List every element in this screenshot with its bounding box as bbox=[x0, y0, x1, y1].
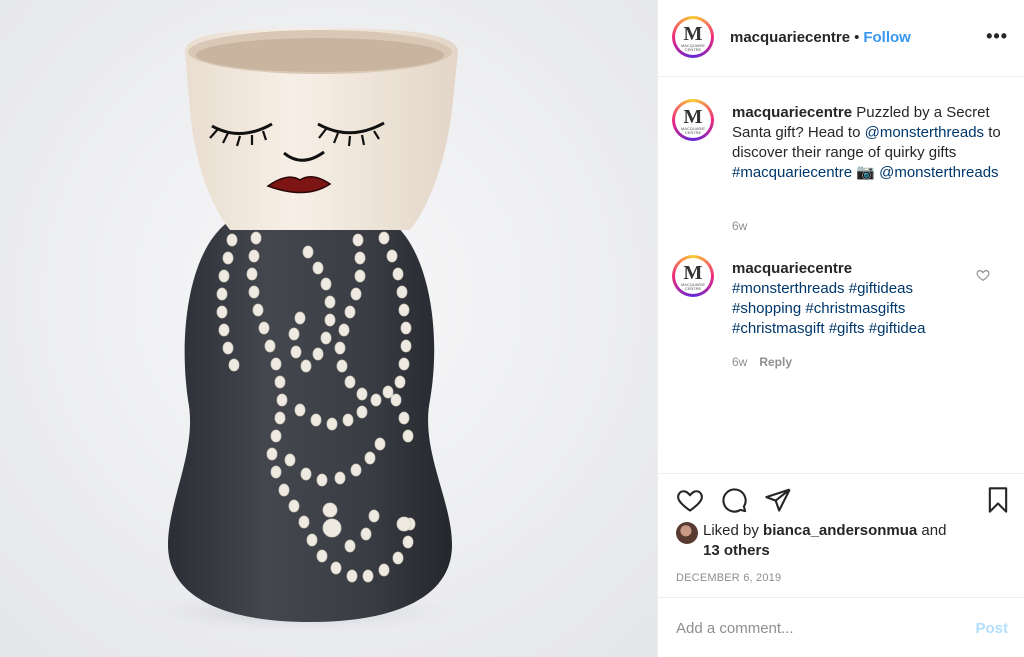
hashtag-link[interactable]: #giftideas bbox=[849, 280, 913, 297]
add-comment-bar: Add a comment... Post bbox=[658, 597, 1024, 657]
brand-logo: M bbox=[683, 106, 703, 128]
mention-link[interactable]: @monsterthreads bbox=[865, 124, 984, 141]
action-bar bbox=[658, 473, 1024, 474]
hashtag-link[interactable]: #shopping bbox=[732, 300, 801, 317]
likes-line: Liked by bianca_andersonmua and 13 other… bbox=[703, 521, 946, 561]
comment-timestamp[interactable]: 6w bbox=[732, 355, 747, 369]
more-options-icon[interactable]: ••• bbox=[986, 26, 1008, 47]
reply-button[interactable]: Reply bbox=[759, 355, 792, 369]
comment-text: macquariecentre #monsterthreads #giftide… bbox=[732, 259, 972, 339]
comment-like-heart-icon[interactable] bbox=[976, 268, 990, 282]
comment-meta: 6w Reply bbox=[732, 355, 792, 369]
follow-button[interactable]: Follow bbox=[863, 29, 911, 46]
header-username[interactable]: macquariecentre bbox=[730, 29, 850, 46]
hashtag-link[interactable]: #giftidea bbox=[869, 320, 926, 337]
hashtag-link[interactable]: #monsterthreads bbox=[732, 280, 845, 297]
hashtag-link[interactable]: #macquariecentre bbox=[732, 164, 852, 181]
header-user-line: macquariecentre • Follow bbox=[730, 29, 911, 47]
post-header: M MACQUARIE CENTRE macquariecentre • Follo… bbox=[658, 0, 1024, 77]
brand-logo-subtext: MACQUARIE CENTRE bbox=[680, 126, 706, 135]
share-send-icon[interactable] bbox=[764, 486, 792, 514]
brand-logo-subtext: MACQUARIE CENTRE bbox=[680, 282, 706, 291]
separator-dot: • bbox=[854, 29, 860, 46]
brand-logo: M bbox=[683, 23, 703, 45]
brand-logo: M bbox=[683, 262, 703, 284]
post-image[interactable] bbox=[0, 0, 657, 657]
hashtag-link[interactable]: #christmasgifts bbox=[805, 300, 905, 317]
hashtag-link[interactable]: #christmasgift bbox=[732, 320, 825, 337]
like-heart-icon[interactable] bbox=[676, 486, 704, 514]
liker-username[interactable]: bianca_andersonmua bbox=[763, 522, 917, 539]
save-bookmark-icon[interactable] bbox=[984, 486, 1012, 514]
comment-input[interactable]: Add a comment... bbox=[676, 620, 794, 637]
likes-others[interactable]: 13 others bbox=[703, 542, 770, 559]
likes-suffix: and bbox=[917, 522, 947, 539]
comment-avatar[interactable]: M MACQUARIE CENTRE bbox=[672, 255, 714, 297]
caption-username[interactable]: macquariecentre bbox=[732, 104, 852, 121]
liker-avatar[interactable] bbox=[676, 522, 698, 544]
post-date[interactable]: DECEMBER 6, 2019 bbox=[676, 572, 781, 584]
vase-illustration bbox=[0, 0, 657, 657]
camera-emoji: 📷 bbox=[852, 164, 880, 181]
likes-prefix: Liked by bbox=[703, 522, 764, 539]
caption-avatar[interactable]: M MACQUARIE CENTRE bbox=[672, 99, 714, 141]
hashtag-link[interactable]: #gifts bbox=[829, 320, 865, 337]
comment-username[interactable]: macquariecentre bbox=[732, 260, 852, 277]
caption-text: macquariecentre Puzzled by a Secret Sant… bbox=[732, 103, 1002, 183]
caption-timestamp[interactable]: 6w bbox=[732, 219, 747, 233]
comment-bubble-icon[interactable] bbox=[720, 486, 748, 514]
brand-logo-subtext: MACQUARIE CENTRE bbox=[680, 43, 706, 52]
profile-avatar[interactable]: M MACQUARIE CENTRE bbox=[672, 16, 714, 58]
post-panel: M MACQUARIE CENTRE macquariecentre • Follo… bbox=[657, 0, 1024, 657]
mention-link[interactable]: @monsterthreads bbox=[879, 164, 998, 181]
post-comment-button[interactable]: Post bbox=[975, 620, 1008, 637]
